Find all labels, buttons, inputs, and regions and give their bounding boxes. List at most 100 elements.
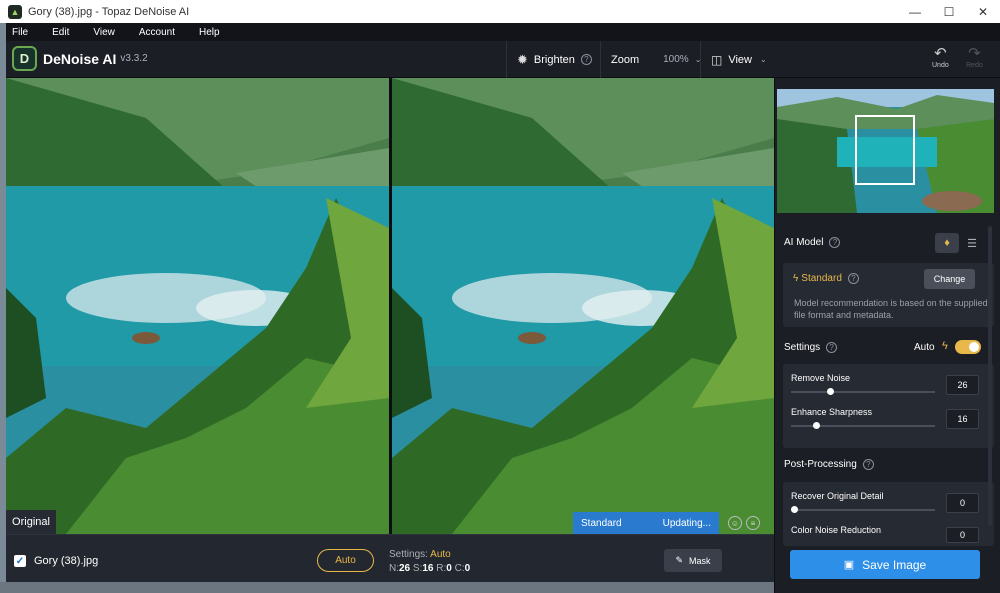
model-recommendation: Model recommendation is based on the sup… [794,298,988,320]
minimize-button[interactable]: — [898,0,932,23]
app-name: DeNoise AI [43,50,117,67]
brighten-control[interactable]: ✹ Brighten ? [506,41,598,78]
menu-view[interactable]: View [93,27,115,38]
bottom-bar: ✓ Gory (38).jpg Auto Settings: Auto N:26… [6,534,774,582]
file-checkbox[interactable]: ✓ [14,555,26,567]
original-label: Original [6,510,56,534]
undo-icon: ↶ [934,45,947,62]
help-icon[interactable]: ? [862,459,874,470]
save-image-button[interactable]: ▣ Save Image [790,550,980,579]
maximize-button[interactable]: ☐ [932,0,966,23]
sidebar-scrollbar[interactable] [988,226,992,526]
n-value: 26 [399,563,411,574]
ai-model-label: AI Model [784,237,824,248]
app-version: v3.3.2 [120,53,148,64]
mask-button[interactable]: ✎ Mask [664,549,722,572]
menu-icon[interactable]: ≡ [746,516,760,530]
navigator-viewport[interactable] [855,115,915,185]
help-icon[interactable]: ? [580,54,592,65]
post-processing-label: Post-Processing [784,459,857,470]
zoom-control[interactable]: Zoom 100% ⌄ [600,41,701,78]
recover-detail-input[interactable]: 0 [946,493,979,513]
list-icon[interactable]: ☰ [960,233,984,253]
remove-noise-slider[interactable] [791,388,935,395]
undo-button[interactable]: ↶ Undo [932,45,949,70]
settings-mode: Auto [430,549,451,560]
compare-icon[interactable]: ☺ [728,516,742,530]
lightbulb-icon[interactable]: ♦ [935,233,959,253]
color-noise-input[interactable]: 0 [946,527,979,543]
model-selection: ϟ Standard ? [793,273,859,284]
remove-noise-label: Remove Noise [791,373,851,383]
settings-card: Remove Noise 26 Enhance Sharpness 16 [783,364,994,448]
redo-icon: ↷ [968,45,981,62]
right-sidebar: AI Model ? ♦ ☰ ϟ Standard ? Change Model… [774,78,1000,593]
status-state: Updating... [662,517,711,529]
mask-label: Mask [689,555,711,566]
redo-button[interactable]: ↷ Redo [966,45,983,70]
slider-knob[interactable] [827,388,834,395]
zoom-label: Zoom [611,53,640,66]
bolt-icon: ϟ [942,340,948,352]
chevron-down-icon: ⌄ [760,55,767,64]
help-icon[interactable]: ? [847,273,859,284]
recover-detail-slider[interactable] [791,506,935,513]
menu-file[interactable]: File [12,27,28,38]
remove-noise-input[interactable]: 26 [946,375,979,395]
zoom-value[interactable]: 100% [663,54,689,65]
brush-icon: ✎ [675,555,684,565]
color-noise-label: Color Noise Reduction [791,525,882,535]
app-icon: ▲ [8,4,22,19]
processing-status: Standard Updating... [573,512,719,534]
help-icon[interactable]: ? [829,237,841,248]
c-value: 0 [464,563,471,574]
toolbar: D DeNoise AI v3.3.2 ✹ Brighten ? Zoom 10… [6,41,1000,78]
view-label: View [728,53,752,66]
app-logo: D DeNoise AI v3.3.2 [12,46,148,71]
help-icon[interactable]: ? [826,342,838,353]
slider-knob[interactable] [791,506,798,513]
denoise-logo-icon: D [12,46,37,71]
enhance-sharpness-label: Enhance Sharpness [791,407,873,417]
window-titlebar: ▲ Gory (38).jpg - Topaz DeNoise AI — ☐ ✕ [0,0,1000,23]
auto-toggle[interactable] [955,340,981,354]
menu-help[interactable]: Help [199,27,220,38]
processed-preview[interactable] [392,78,774,534]
enhance-sharpness-slider[interactable] [791,422,935,429]
n-label: N: [389,563,399,574]
image-viewer[interactable]: Original Standard Updating... ☺ ≡ [6,78,774,534]
settings-label: Settings [784,342,821,353]
brighten-label: Brighten [533,53,575,66]
save-label: Save Image [862,557,927,572]
settings-label: Settings: [389,549,428,560]
enhance-sharpness-input[interactable]: 16 [946,409,979,429]
navigator-thumbnail[interactable] [777,89,994,213]
save-icon: ▣ [843,559,855,571]
close-button[interactable]: ✕ [966,0,1000,23]
change-model-button[interactable]: Change [924,269,975,289]
s-value: 16 [422,563,434,574]
file-name: Gory (38).jpg [34,555,99,567]
bolt-icon: ϟ [793,273,799,284]
r-value: 0 [446,563,452,574]
settings-summary: Settings: Auto N:26 S:16 R:0 C:0 [389,548,470,576]
model-card: ϟ Standard ? Change Model recommendation… [783,263,994,327]
auto-button[interactable]: Auto [317,549,374,572]
ai-model-title: AI Model ? [784,237,841,248]
redo-label: Redo [966,62,983,69]
original-preview[interactable]: Original [6,78,389,534]
menu-account[interactable]: Account [139,27,175,38]
settings-title: Settings ? [784,342,838,353]
window-title: Gory (38).jpg - Topaz DeNoise AI [28,5,190,18]
slider-knob[interactable] [813,422,820,429]
undo-label: Undo [932,62,949,69]
post-processing-card: Recover Original Detail 0 Color Noise Re… [783,482,994,546]
recover-detail-label: Recover Original Detail [791,491,884,501]
split-view-icon: ◫ [711,52,723,67]
menu-bar: File Edit View Account Help [6,23,1000,41]
view-control[interactable]: ◫ View ⌄ [700,41,770,78]
c-label: C: [454,563,465,574]
s-label: S: [412,563,423,574]
model-name: Standard [801,273,842,284]
menu-edit[interactable]: Edit [52,27,69,38]
